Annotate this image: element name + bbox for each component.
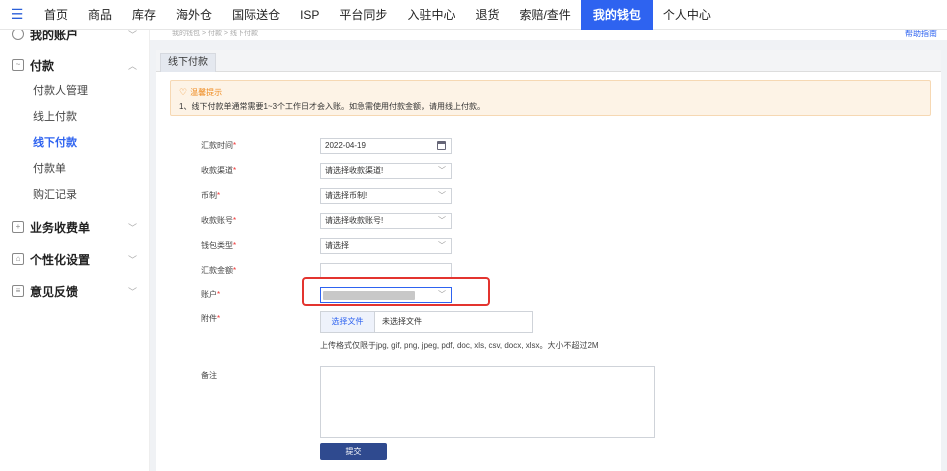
row-remit-time: 汇款时间* 2022-04-19	[156, 138, 941, 154]
choose-file-button[interactable]: 选择文件	[321, 312, 375, 332]
upload-hint: 上传格式仅限于jpg, gif, png, jpeg, pdf, doc, xl…	[320, 341, 599, 350]
tip-banner: ♡ 温馨提示 1、线下付款单通常需要1~3个工作日才会入账。如急需使用付款金额，请…	[170, 80, 931, 116]
sidebar-item-offline-payment[interactable]: 线下付款	[0, 130, 149, 156]
main-content: 我的钱包 > 付款 > 线下付款 帮助指南 线下付款 ♡ 温馨提示 1、线下付款单…	[150, 29, 947, 471]
chevron-down-icon: ﹀	[438, 216, 446, 225]
remark-textarea[interactable]	[320, 366, 655, 438]
nav-isp[interactable]: ISP	[290, 0, 329, 30]
row-wallet-type: 钱包类型* 请选择 ﹀	[156, 238, 941, 254]
wallet-type-select[interactable]: 请选择 ﹀	[320, 238, 452, 254]
tip-text: 1、线下付款单通常需要1~3个工作日才会入账。如急需使用付款金额，请用线上付款。	[179, 102, 486, 111]
sidebar-group-label: 付款	[30, 58, 55, 73]
row-remark: 备注	[156, 366, 941, 438]
account-no-select[interactable]: 请选择收款账号! ﹀	[320, 213, 452, 229]
sidebar-group-personalization[interactable]: ⌂ 个性化设置 ﹀	[0, 246, 149, 272]
chevron-up-icon: ︿	[127, 60, 137, 71]
field-label: 账户*	[201, 290, 221, 299]
field-label: 币制*	[201, 191, 221, 200]
nav-onboarding-center[interactable]: 入驻中心	[397, 0, 465, 30]
row-amount: 汇款金额*	[156, 263, 941, 279]
row-channel: 收款渠道* 请选择收款渠道! ﹀	[156, 163, 941, 179]
field-label: 汇款时间*	[201, 141, 237, 150]
nav-personal-center[interactable]: 个人中心	[653, 0, 721, 30]
chevron-down-icon: ﹀	[438, 166, 446, 175]
sidebar-item-payer-management[interactable]: 付款人管理	[0, 78, 149, 104]
top-navigation: ☰ 首页 商品 库存 海外仓 国际送仓 ISP 平台同步 入驻中心 退货 索赔/…	[0, 0, 947, 30]
row-currency: 币制* 请选择币制! ﹀	[156, 188, 941, 204]
field-label: 备注	[201, 371, 217, 380]
submit-button[interactable]: 提交	[320, 443, 387, 460]
sidebar-item-payment-orders[interactable]: 付款单	[0, 156, 149, 182]
nav-international-delivery[interactable]: 国际送仓	[222, 0, 290, 30]
chevron-down-icon: ﹀	[438, 191, 446, 200]
nav-platform-sync[interactable]: 平台同步	[329, 0, 397, 30]
tip-title-text: 温馨提示	[190, 88, 223, 97]
sidebar-item-fx-records[interactable]: 购汇记录	[0, 182, 149, 208]
sidebar-group-label: 个性化设置	[30, 252, 91, 267]
tip-title: ♡ 温馨提示	[179, 87, 222, 98]
sidebar-group-label: 业务收费单	[30, 220, 91, 235]
sidebar-group-payment[interactable]: ~ 付款 ︿	[0, 52, 149, 78]
field-label: 附件*	[201, 314, 221, 323]
field-label: 钱包类型*	[201, 241, 237, 250]
field-label: 收款渠道*	[201, 166, 237, 175]
sidebar: 我的账户 ﹀ ~ 付款 ︿ 付款人管理 线上付款 线下付款 付款单 购汇记录 +…	[0, 28, 150, 471]
breadcrumb-bar: 我的钱包 > 付款 > 线下付款 帮助指南	[150, 29, 947, 40]
file-name: 未选择文件	[382, 317, 422, 326]
currency-select[interactable]: 请选择币制! ﹀	[320, 188, 452, 204]
sidebar-group-label: 意见反馈	[30, 284, 79, 299]
nav-my-wallet[interactable]: 我的钱包	[580, 0, 653, 30]
nav-overseas-warehouse[interactable]: 海外仓	[166, 0, 222, 30]
channel-value: 请选择收款渠道!	[325, 166, 384, 175]
chevron-down-icon: ﹀	[127, 222, 137, 233]
channel-select[interactable]: 请选择收款渠道! ﹀	[320, 163, 452, 179]
remit-time-input[interactable]: 2022-04-19	[320, 138, 452, 154]
tab-offline-payment[interactable]: 线下付款	[160, 53, 216, 72]
nav-inventory[interactable]: 库存	[122, 0, 166, 30]
chevron-down-icon: ﹀	[127, 286, 137, 297]
chart-icon: ~	[12, 59, 24, 71]
field-label: 收款账号*	[201, 216, 237, 225]
nav-claims[interactable]: 索赔/查件	[509, 0, 580, 30]
row-attachment: 附件* 选择文件 未选择文件	[156, 311, 941, 333]
field-label: 汇款金额*	[201, 266, 237, 275]
home-icon: ⌂	[12, 253, 24, 265]
menu-icon[interactable]: ☰	[0, 0, 34, 30]
chevron-down-icon: ﹀	[438, 241, 446, 250]
remit-time-value: 2022-04-19	[325, 141, 366, 150]
sidebar-group-billing[interactable]: + 业务收费单 ﹀	[0, 214, 149, 240]
row-account-no: 收款账号* 请选择收款账号! ﹀	[156, 213, 941, 229]
sidebar-group-feedback[interactable]: ≡ 意见反馈 ﹀	[0, 278, 149, 304]
sidebar-item-online-payment[interactable]: 线上付款	[0, 104, 149, 130]
lightbulb-icon: ♡	[179, 87, 188, 97]
calendar-icon[interactable]	[437, 141, 446, 150]
highlight-box	[302, 277, 490, 306]
form-card: ♡ 温馨提示 1、线下付款单通常需要1~3个工作日才会入账。如急需使用付款金额，请…	[156, 72, 941, 471]
nav-home[interactable]: 首页	[34, 0, 78, 30]
chevron-down-icon: ﹀	[127, 254, 137, 265]
currency-value: 请选择币制!	[325, 191, 368, 200]
wallet-type-value: 请选择	[325, 241, 349, 250]
row-account: 账户* ﹀	[156, 287, 941, 303]
nav-returns[interactable]: 退货	[465, 0, 509, 30]
plus-square-icon: +	[12, 221, 24, 233]
file-upload: 选择文件 未选择文件	[320, 311, 533, 333]
document-icon: ≡	[12, 285, 24, 297]
account-no-value: 请选择收款账号!	[325, 216, 384, 225]
tab-bar: 线下付款	[156, 50, 941, 72]
nav-products[interactable]: 商品	[78, 0, 122, 30]
